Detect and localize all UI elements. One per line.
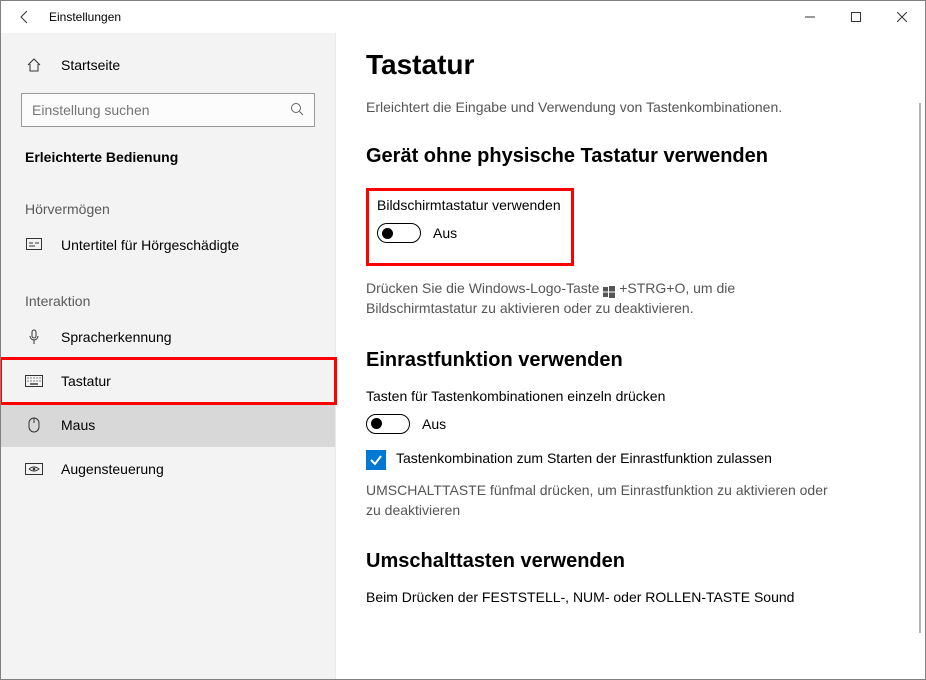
windows-key-icon [603,283,615,295]
section-heading-osk: Gerät ohne physische Tastatur verwenden [366,145,895,168]
sticky-hint: UMSCHALTTASTE fünfmal drücken, um Einras… [366,480,846,521]
settings-window: Einstellungen Startseite [0,0,926,680]
sidebar-item-label: Tastatur [61,373,111,389]
sidebar-item-label: Startseite [61,57,120,73]
sidebar-item-label: Augensteuerung [61,461,164,477]
sticky-toggle[interactable] [366,414,410,434]
section-heading-togglekeys: Umschalttasten verwenden [366,550,895,573]
sidebar-item-label: Maus [61,417,95,433]
subtitles-icon [25,238,43,252]
window-title: Einstellungen [49,10,787,24]
close-button[interactable] [879,1,925,33]
maximize-button[interactable] [833,1,879,33]
sticky-toggle-state: Aus [422,416,446,432]
sidebar-item-keyboard[interactable]: Tastatur [1,359,335,403]
sidebar-item-mouse[interactable]: Maus [1,403,335,447]
togglekeys-label: Beim Drücken der FESTSTELL-, NUM- oder R… [366,589,895,605]
sidebar-group-interaction: Interaktion [1,293,335,309]
osk-toggle[interactable] [377,223,421,243]
search-icon [290,102,304,119]
sticky-shortcut-label: Tastenkombination zum Starten der Einras… [396,450,772,466]
osk-hint: Drücken Sie die Windows-Logo-Taste +STRG… [366,278,846,319]
page-subtitle: Erleichtert die Eingabe und Verwendung v… [366,99,895,115]
home-icon [25,57,43,73]
page-title: Tastatur [366,49,895,81]
titlebar: Einstellungen [1,1,925,33]
sidebar-home[interactable]: Startseite [1,43,335,87]
content-pane: Tastatur Erleichtert die Eingabe und Ver… [336,33,925,679]
sidebar-category: Erleichterte Bedienung [1,149,335,165]
sidebar-item-subtitles[interactable]: Untertitel für Hörgeschädigte [1,223,335,267]
sidebar-group-hearing: Hörvermögen [1,201,335,217]
keyboard-icon [25,375,43,387]
sidebar: Startseite Erleichterte Bedienung Hörver… [1,33,336,679]
scrollbar[interactable] [919,103,921,633]
sticky-shortcut-checkbox[interactable] [366,450,386,470]
microphone-icon [25,329,43,345]
sticky-toggle-label: Tasten für Tastenkombinationen einzeln d… [366,388,895,404]
section-heading-sticky: Einrastfunktion verwenden [366,349,895,372]
search-box[interactable] [21,93,315,127]
back-button[interactable] [1,9,49,25]
sidebar-item-label: Untertitel für Hörgeschädigte [61,237,239,253]
search-input[interactable] [32,102,282,118]
eyecontrol-icon [25,463,43,475]
mouse-icon [25,417,43,433]
minimize-button[interactable] [787,1,833,33]
sidebar-item-speech[interactable]: Spracherkennung [1,315,335,359]
sidebar-item-eyecontrol[interactable]: Augensteuerung [1,447,335,491]
annotation-highlight-osk: Bildschirmtastatur verwenden Aus [366,188,574,266]
osk-toggle-label: Bildschirmtastatur verwenden [377,197,561,213]
sidebar-item-label: Spracherkennung [61,329,172,345]
osk-toggle-state: Aus [433,225,457,241]
